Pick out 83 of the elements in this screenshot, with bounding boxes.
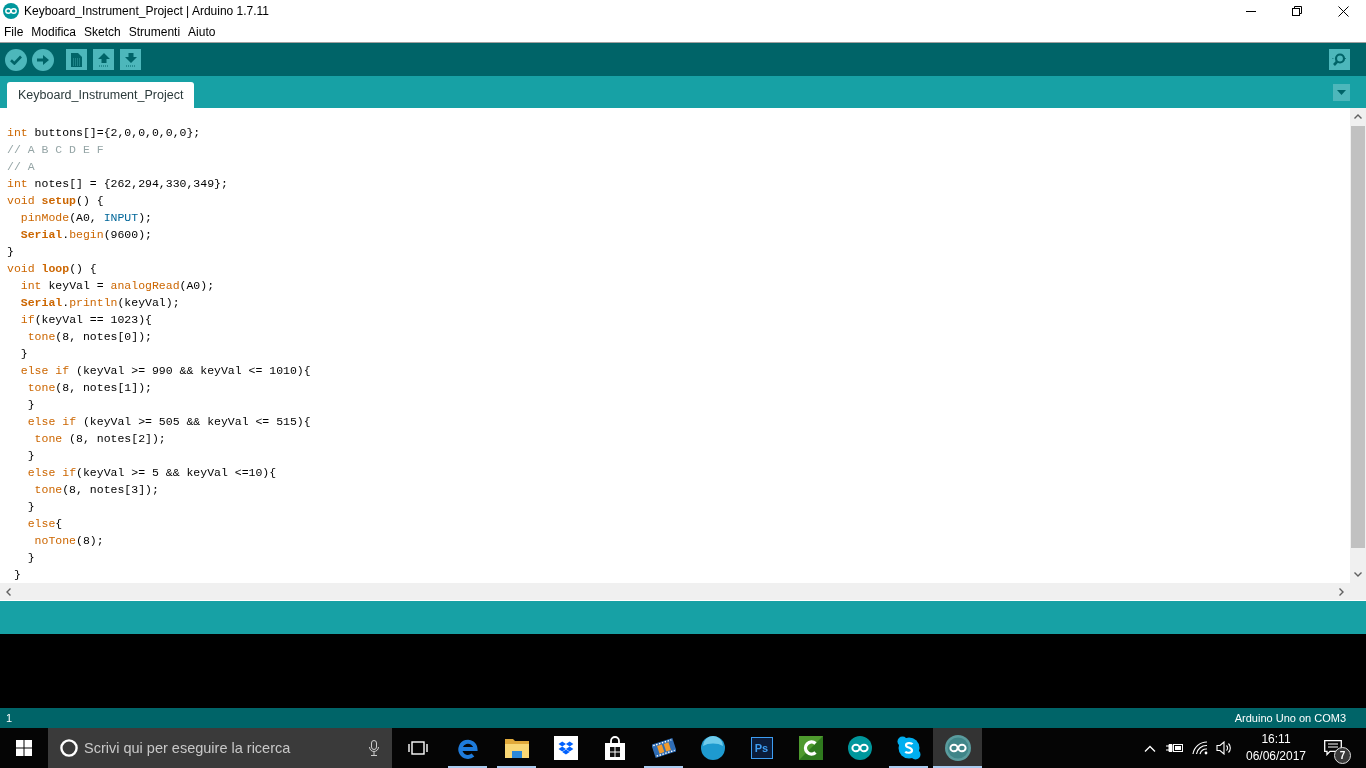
code-line: Serial.println(keyVal); [20, 295, 180, 311]
serial-monitor-button[interactable] [1329, 49, 1350, 70]
code-line: tone(8, notes[1]); [27, 380, 152, 396]
speaker-icon[interactable] [1216, 741, 1232, 755]
magnifier-icon [1332, 52, 1347, 67]
close-icon [1337, 5, 1349, 17]
code-line: if(keyVal == 1023){ [20, 312, 152, 328]
check-icon [10, 54, 22, 65]
document-icon [71, 52, 82, 67]
tab-menu-button[interactable] [1333, 84, 1350, 101]
sphere-icon [700, 736, 725, 760]
notifications-button[interactable]: 7 [1312, 728, 1354, 768]
infinity-icon [944, 735, 971, 761]
taskbar-app-button[interactable]: Ps [737, 728, 786, 768]
open-button[interactable] [93, 49, 114, 70]
arrow-right-icon [37, 54, 49, 65]
code-line: } [13, 567, 21, 583]
code-line: tone(8, notes[0]); [27, 329, 152, 345]
ring-icon[interactable] [60, 739, 78, 757]
code-line: } [7, 244, 14, 260]
restore-icon [1292, 6, 1302, 16]
chevron-up-icon [1354, 114, 1362, 119]
code-line: void loop() { [7, 261, 97, 277]
folder-icon [504, 738, 529, 758]
microphone-icon[interactable] [369, 740, 379, 756]
app-logo-icon [3, 3, 19, 19]
scrollbar-thumb[interactable] [1351, 126, 1365, 548]
upload-button[interactable] [32, 48, 54, 71]
menu-item[interactable]: Sketch [80, 23, 125, 41]
code-line: Serial.begin(9600); [20, 227, 152, 243]
chevron-down-icon [1354, 572, 1362, 577]
infinity-icon [847, 736, 872, 760]
menu-item[interactable]: File [0, 23, 28, 41]
verify-button[interactable] [5, 48, 27, 71]
new-button[interactable] [66, 49, 87, 70]
speech-bubble-icon [1324, 740, 1342, 756]
windows-logo-icon [16, 740, 32, 756]
code-line: tone (8, notes[2]); [34, 431, 166, 447]
code-line: } [20, 346, 28, 362]
code-line: } [27, 448, 35, 464]
chevron-right-icon [1339, 587, 1344, 596]
wifi-icon[interactable] [1192, 741, 1208, 755]
code-line: else if(keyVal >= 5 && keyVal <=10){ [27, 465, 277, 481]
code-line: tone(8, notes[3]); [34, 482, 159, 498]
c-tile-icon [798, 736, 823, 760]
tab[interactable]: Keyboard_Instrument_Project [7, 82, 195, 108]
clock[interactable]: 16:11 06/06/2017 [1240, 728, 1312, 768]
s-bubble-icon [896, 736, 921, 760]
code-line: else if (keyVal >= 990 && keyVal <= 1010){ [20, 363, 311, 379]
menu-item[interactable]: Strumenti [124, 23, 185, 41]
chevron-left-icon [6, 587, 11, 596]
save-button[interactable] [120, 49, 141, 70]
code-line: } [27, 397, 35, 413]
code-line: else if (keyVal >= 505 && keyVal <= 515){ [27, 414, 311, 430]
code-line: pinMode(A0, INPUT); [20, 210, 152, 226]
board-port-label: Arduino Uno on COM3 [1234, 712, 1346, 724]
code-line: // A [7, 159, 35, 175]
minimize-icon [1246, 10, 1256, 12]
code-line: noTone(8); [34, 533, 104, 549]
menu-item[interactable]: Aiuto [184, 23, 220, 41]
code-line: // A B C D E F [7, 142, 104, 158]
code-line: void setup() { [7, 193, 104, 209]
menu-item[interactable]: Modifica [27, 23, 81, 41]
taskbar-app-button[interactable] [933, 728, 982, 768]
code-line: } [27, 550, 35, 566]
chevron-up-icon[interactable] [1144, 744, 1156, 752]
search-field[interactable]: Scrivi qui per eseguire la ricerca [48, 728, 392, 768]
code-line: int notes[] = {262,294,330,349}; [7, 176, 228, 192]
notification-badge: 7 [1334, 747, 1351, 764]
code-line: } [27, 499, 35, 515]
task-view-icon [407, 741, 428, 755]
shopping-bag-icon [603, 736, 626, 760]
window-title: Keyboard_Instrument_Project | Arduino 1.7.11 [24, 4, 270, 18]
code-line: int keyVal = analogRead(A0); [20, 278, 215, 294]
arrow-up-icon [97, 52, 110, 67]
code-line: else{ [27, 516, 63, 532]
diamond-tile-icon [553, 736, 578, 760]
code-line: int buttons[]={2,0,0,0,0,0}; [7, 125, 201, 141]
line-number: 1 [6, 712, 13, 724]
caret-down-icon [1337, 90, 1346, 95]
battery-plug-icon[interactable] [1166, 742, 1184, 754]
ps-tile-icon: Ps [750, 737, 773, 759]
arrow-down-icon [124, 52, 137, 67]
